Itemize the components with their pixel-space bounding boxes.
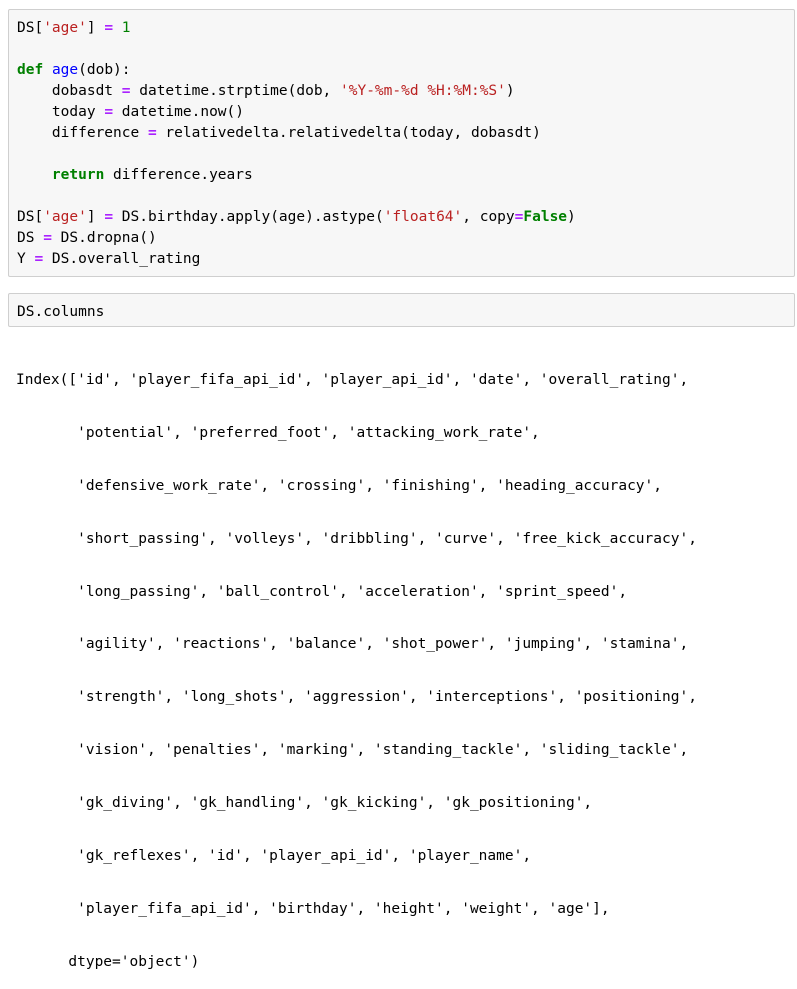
output-line: 'gk_diving', 'gk_handling', 'gk_kicking'… [16, 795, 593, 812]
output-line: dtype='object') [16, 953, 200, 970]
code-cell-1[interactable]: DS['age'] = 1 def age(dob): dobasdt = da… [8, 9, 795, 277]
code-line: DS = DS.dropna() [17, 230, 157, 246]
code-line: dobasdt = datetime.strptime(dob, '%Y-%m-… [17, 83, 515, 99]
code-line: today = datetime.now() [17, 104, 244, 120]
output-line: 'potential', 'preferred_foot', 'attackin… [16, 424, 540, 441]
output-line: 'player_fifa_api_id', 'birthday', 'heigh… [16, 900, 610, 917]
output-line: 'strength', 'long_shots', 'aggression', … [16, 689, 697, 706]
output-line: 'gk_reflexes', 'id', 'player_api_id', 'p… [16, 848, 532, 865]
code-line: return difference.years [51, 167, 253, 183]
code-cell-2[interactable]: DS.columns [8, 293, 795, 327]
code-line: DS['age'] = DS.birthday.apply(age).astyp… [17, 209, 576, 225]
code-line: DS['age'] = 1 [17, 20, 131, 36]
output-line: 'defensive_work_rate', 'crossing', 'fini… [16, 477, 663, 494]
output-line: 'short_passing', 'volleys', 'dribbling',… [16, 530, 697, 547]
output-line: 'long_passing', 'ball_control', 'acceler… [16, 583, 628, 600]
code-line: DS.columns [17, 304, 105, 320]
code-line: difference = relativedelta.relativedelta… [17, 125, 541, 141]
code-line: Y = DS.overall_rating [17, 251, 201, 267]
code-line: def age(dob): [17, 62, 131, 78]
output-line: 'agility', 'reactions', 'balance', 'shot… [16, 636, 689, 653]
output-line: 'vision', 'penalties', 'marking', 'stand… [16, 742, 689, 759]
cell-output: Index(['id', 'player_fifa_api_id', 'play… [16, 338, 697, 989]
output-line: Index(['id', 'player_fifa_api_id', 'play… [16, 372, 689, 388]
